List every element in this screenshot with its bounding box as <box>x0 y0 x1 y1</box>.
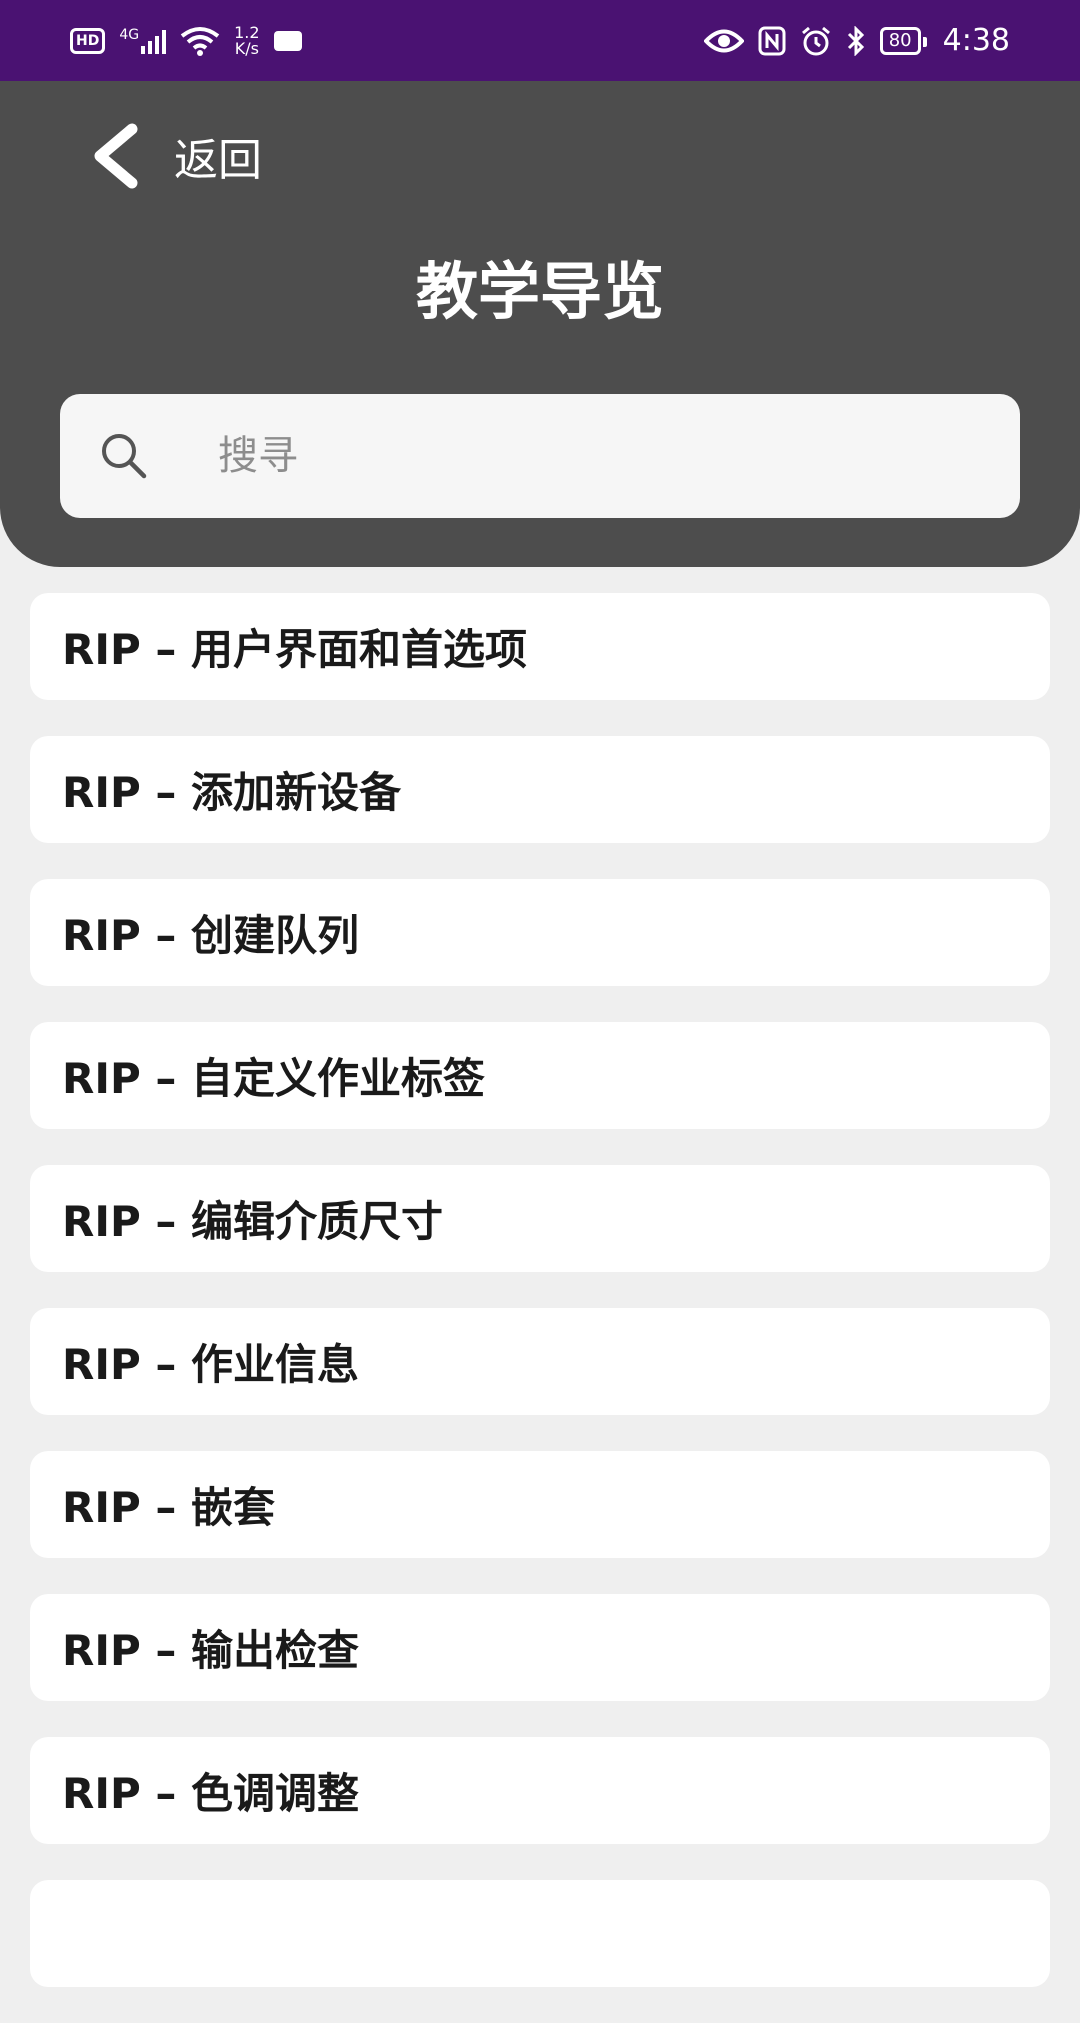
list-item[interactable]: RIP – 自定义作业标签 <box>30 1022 1050 1129</box>
page-title: 教学导览 <box>415 255 664 328</box>
network-speed: 1.2 K/s <box>234 24 259 58</box>
list-item[interactable]: RIP – 用户界面和首选项 <box>30 593 1050 700</box>
wifi-icon <box>180 26 220 56</box>
list-item[interactable]: RIP – 编辑介质尺寸 <box>30 1165 1050 1272</box>
nfc-icon <box>758 26 786 55</box>
eye-icon <box>703 29 744 52</box>
network-type: 4G <box>119 27 140 43</box>
status-time: 4:38 <box>942 23 1010 58</box>
hd-icon: HD <box>70 27 106 54</box>
list-item[interactable]: RIP – 嵌套 <box>30 1451 1050 1558</box>
status-bar-left: HD 4G 1.2 K/s <box>70 0 302 81</box>
back-label: 返回 <box>174 135 262 186</box>
list-item[interactable] <box>30 1880 1050 1987</box>
tutorial-list: RIP – 用户界面和首选项 RIP – 添加新设备 RIP – 创建队列 RI… <box>30 593 1050 2023</box>
status-bar-right: 80 4:38 <box>703 0 1010 81</box>
battery-icon: 80 <box>879 26 927 55</box>
speed-unit: K/s <box>234 38 259 58</box>
header: 返回 教学导览 <box>0 81 1080 567</box>
message-icon <box>273 30 302 51</box>
list-item[interactable]: RIP – 添加新设备 <box>30 736 1050 843</box>
list-item[interactable]: RIP – 色调调整 <box>30 1737 1050 1844</box>
back-button[interactable]: 返回 <box>88 123 262 189</box>
bluetooth-icon <box>847 25 864 56</box>
signal-icon <box>141 28 167 54</box>
list-item[interactable]: RIP – 输出检查 <box>30 1594 1050 1701</box>
alarm-icon <box>801 26 830 55</box>
chevron-left-icon <box>94 123 138 189</box>
list-item[interactable]: RIP – 创建队列 <box>30 879 1050 986</box>
status-bar: HD 4G 1.2 K/s 80 4:38 <box>0 0 1080 81</box>
search-input[interactable] <box>216 432 920 480</box>
list-item[interactable]: RIP – 作业信息 <box>30 1308 1050 1415</box>
search-box[interactable] <box>60 394 1020 518</box>
search-icon <box>102 434 147 479</box>
